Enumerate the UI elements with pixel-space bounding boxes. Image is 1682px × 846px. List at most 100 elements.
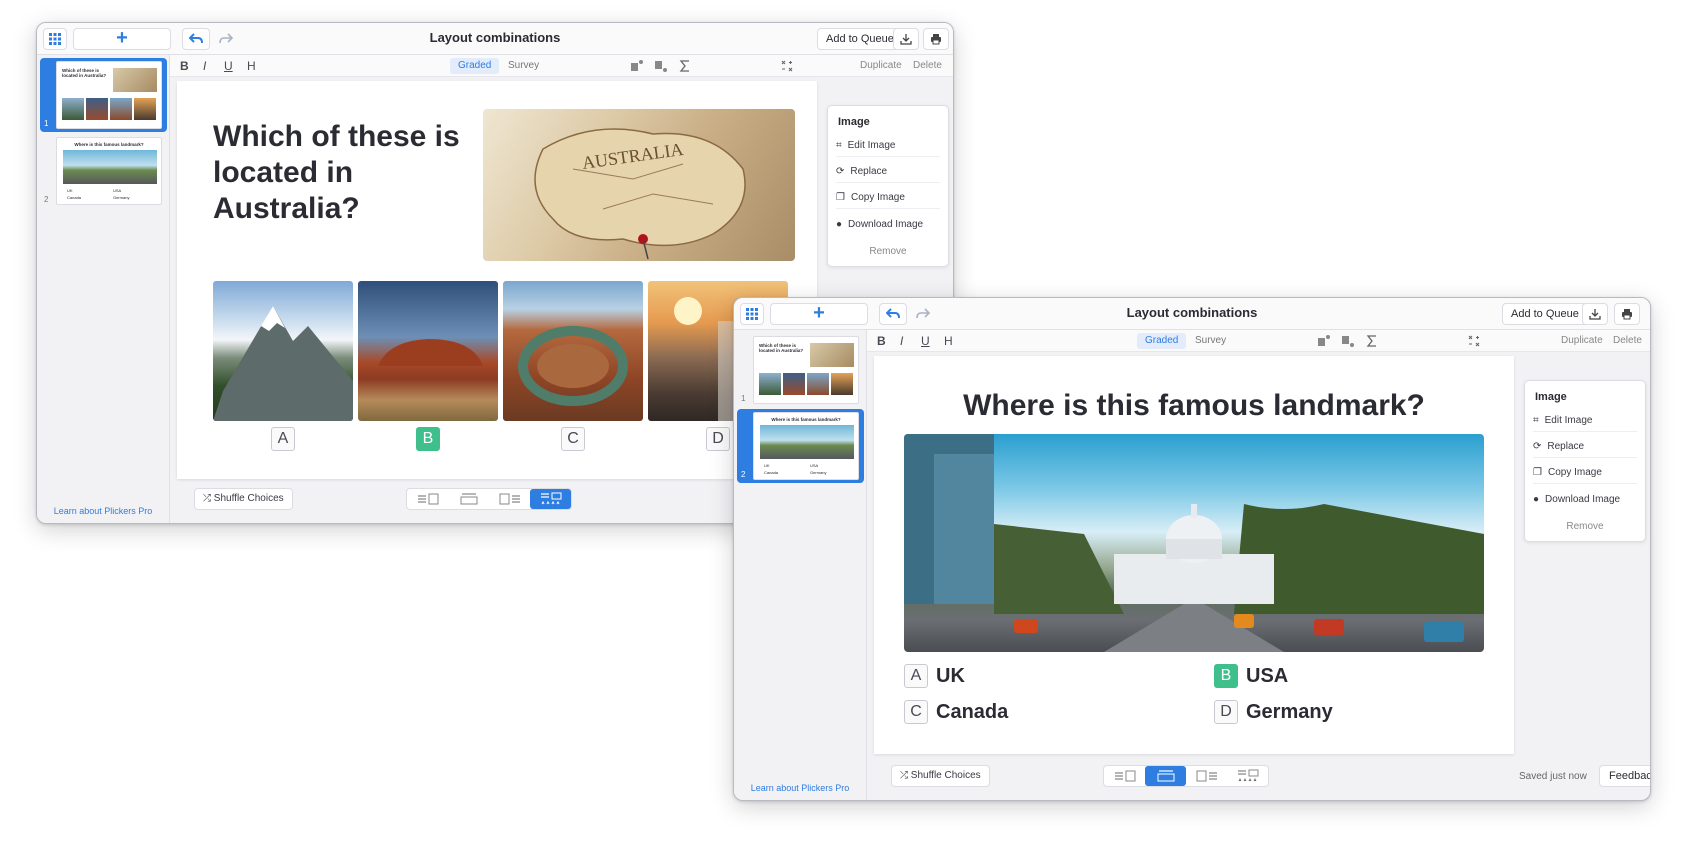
survey-toggle[interactable]: Survey (500, 58, 547, 74)
italic-button[interactable]: I (900, 334, 903, 348)
choice-text: USA (1246, 664, 1289, 687)
undo-button[interactable] (879, 303, 907, 325)
replace-label: Replace (1547, 441, 1585, 452)
subscript-icon[interactable] (1341, 334, 1355, 348)
export-button[interactable] (1582, 303, 1608, 325)
export-button[interactable] (893, 28, 919, 50)
underline-button[interactable]: U (224, 59, 233, 73)
choice-d[interactable]: D (706, 427, 730, 451)
slide-thumbnail-1[interactable]: 1 Which of these is located in Australia… (40, 58, 167, 132)
apps-grid-button[interactable] (740, 303, 764, 325)
print-button[interactable] (923, 28, 949, 50)
question-text[interactable]: Where is this famous landmark? (874, 388, 1514, 424)
choice-c[interactable]: C Canada (904, 700, 1008, 724)
uluru-illustration (378, 339, 483, 366)
edit-image-button[interactable]: ⌗ Edit Image (836, 135, 940, 157)
thumb-choice: Canada (764, 470, 779, 475)
slide-thumbnail-1[interactable]: 1 Which of these is located in Australia… (737, 333, 864, 407)
remove-image-button[interactable]: Remove (1525, 521, 1645, 532)
italic-button[interactable]: I (203, 59, 206, 73)
equation-icon[interactable] (780, 59, 794, 73)
layout-image-choices-icon (540, 492, 561, 505)
choice-image-c[interactable] (503, 281, 643, 421)
shuffle-icon: ⤮ (203, 493, 214, 504)
slide-thumbnail-2[interactable]: 2 Where is this famous landmark? UK USA … (40, 134, 167, 208)
shuffle-icon: ⤮ (900, 770, 911, 781)
heading-button[interactable]: H (247, 59, 256, 73)
choice-image-a[interactable] (213, 281, 353, 421)
redo-button[interactable] (212, 28, 240, 50)
underline-button[interactable]: U (921, 334, 930, 348)
edit-image-button[interactable]: ⌗ Edit Image (1533, 410, 1637, 432)
sigma-icon[interactable] (678, 59, 692, 73)
layout-image-choices-button[interactable] (530, 489, 571, 509)
format-toolbar: B I U H Graded Survey Duplicate Delete (867, 330, 1650, 352)
replace-image-button[interactable]: ⟳ Replace (1533, 436, 1637, 458)
equation-icon[interactable] (1467, 334, 1481, 348)
duplicate-button[interactable]: Duplicate (1561, 335, 1603, 346)
replace-image-button[interactable]: ⟳ Replace (836, 161, 940, 183)
feedback-button[interactable]: Feedback (1599, 765, 1650, 787)
layout-image-text-button[interactable] (489, 489, 530, 509)
apps-grid-button[interactable] (43, 28, 67, 50)
thumb-image (831, 373, 853, 395)
grid-icon (746, 308, 758, 320)
shuffle-choices-button[interactable]: ⤮ Shuffle Choices (194, 488, 293, 510)
add-to-queue-button[interactable]: Add to Queue (817, 28, 903, 50)
add-to-queue-button[interactable]: Add to Queue (1502, 303, 1588, 325)
layout-image-choices-button[interactable] (1227, 766, 1268, 786)
delete-button[interactable]: Delete (1613, 335, 1642, 346)
slide-preview: Where is this famous landmark? UK USA Ca… (56, 137, 162, 205)
slide-thumbnail-2[interactable]: 2 Where is this famous landmark? UK USA … (737, 409, 864, 483)
choice-a[interactable]: A (271, 427, 295, 451)
choice-letter: C (904, 700, 928, 724)
heading-button[interactable]: H (944, 334, 953, 348)
remove-image-button[interactable]: Remove (828, 246, 948, 257)
bold-button[interactable]: B (877, 334, 886, 348)
delete-button[interactable]: Delete (913, 60, 942, 71)
layout-image-top-icon (1157, 770, 1174, 782)
choice-b[interactable]: B USA (1214, 664, 1288, 688)
bold-button[interactable]: B (180, 59, 189, 73)
print-button[interactable] (1614, 303, 1640, 325)
layout-image-text-button[interactable] (1186, 766, 1227, 786)
layout-text-image-button[interactable] (1104, 766, 1145, 786)
new-slide-button[interactable]: + (73, 28, 171, 50)
layout-text-image-button[interactable] (407, 489, 448, 509)
download-image-button[interactable]: ● Download Image (1533, 488, 1637, 510)
undo-button[interactable] (182, 28, 210, 50)
redo-button[interactable] (909, 303, 937, 325)
sigma-icon[interactable] (1365, 334, 1379, 348)
superscript-icon[interactable] (1317, 334, 1331, 348)
choice-b[interactable]: B (416, 427, 440, 451)
superscript-icon[interactable] (630, 59, 644, 73)
layout-image-text-icon (499, 493, 520, 505)
shuffle-choices-button[interactable]: ⤮ Shuffle Choices (891, 765, 990, 787)
thumb-image (759, 373, 781, 395)
choice-a[interactable]: A UK (904, 664, 965, 688)
copy-image-button[interactable]: ❐ Copy Image (1533, 462, 1637, 484)
question-text[interactable]: Which of these is located in Australia? (213, 119, 483, 227)
learn-pro-link[interactable]: Learn about Plickers Pro (37, 506, 169, 516)
question-image-map[interactable]: AUSTRALIA (483, 109, 795, 261)
duplicate-button[interactable]: Duplicate (860, 60, 902, 71)
download-image-button[interactable]: ● Download Image (836, 213, 940, 235)
subscript-icon[interactable] (654, 59, 668, 73)
layout-image-top-button[interactable] (448, 489, 489, 509)
plus-icon: + (813, 302, 825, 324)
download-image-label: Download Image (848, 218, 924, 230)
layout-image-top-button[interactable] (1145, 766, 1186, 786)
choice-letter: A (271, 427, 295, 451)
survey-toggle[interactable]: Survey (1187, 333, 1234, 349)
graded-toggle[interactable]: Graded (450, 58, 500, 74)
copy-icon: ❐ (836, 192, 845, 203)
choice-d[interactable]: D Germany (1214, 700, 1333, 724)
choice-c[interactable]: C (561, 427, 585, 451)
thumb-map-image (810, 343, 854, 367)
question-image-landmark[interactable] (904, 434, 1484, 652)
new-slide-button[interactable]: + (770, 303, 868, 325)
learn-pro-link[interactable]: Learn about Plickers Pro (734, 783, 866, 793)
graded-toggle[interactable]: Graded (1137, 333, 1187, 349)
copy-image-button[interactable]: ❐ Copy Image (836, 187, 940, 209)
choice-image-b[interactable] (358, 281, 498, 421)
